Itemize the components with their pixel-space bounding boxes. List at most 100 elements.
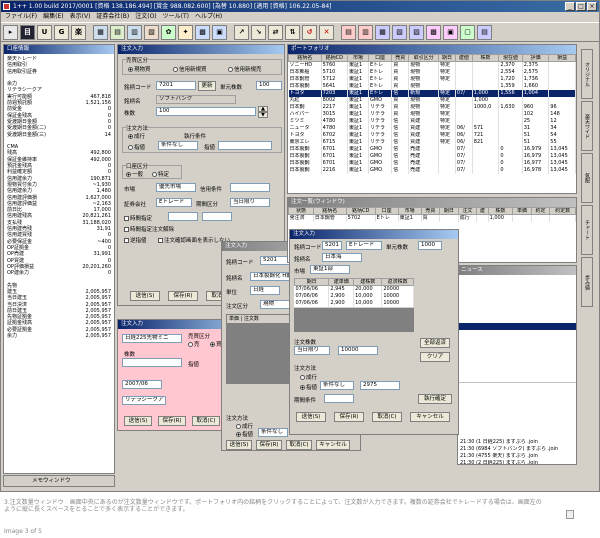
type-radio-margin-buy[interactable]: 信用新規買 (173, 65, 207, 73)
toolbar-button-25[interactable]: ▩ (426, 24, 441, 40)
repay-send-button[interactable]: 送信(S) (296, 412, 326, 422)
stacked-close-button[interactable]: キャンセル (316, 440, 350, 450)
portfolio-header-cell[interactable]: 売買 (391, 54, 410, 62)
vtab-1[interactable]: 楽天ワイド (581, 101, 593, 151)
qty-input[interactable]: 100 (156, 107, 256, 116)
repay-table-row[interactable]: 07/06/06 2,900 10,000 10000 (294, 292, 414, 300)
order-list-header-cell[interactable]: 銘柄名 (312, 207, 347, 215)
menu-tools[interactable]: ツール(T) (163, 12, 189, 22)
update-button[interactable]: 更新 (198, 81, 216, 91)
news-item[interactable]: 21:30 (2 日経225) ますぶら .join (458, 460, 576, 464)
window-title-bar[interactable]: 1++ 1.00 build 2017/0001 [資格 138.186.494… (1, 1, 599, 12)
toolbar-button-5[interactable]: 楽 (71, 24, 86, 40)
order-list-header-cell[interactable]: 口座 (374, 207, 399, 215)
qty-stepper-down-icon[interactable]: ▼ (258, 112, 268, 118)
portfolio-row[interactable]: 日本製鋼 6701 東証1 GMO 信売建 07/0 16,977 13,045 (288, 159, 576, 167)
toolbar-button-24[interactable]: ▨ (409, 24, 424, 40)
broker-select[interactable]: Eトレード (156, 198, 192, 207)
vtab-3[interactable]: チャート (581, 205, 593, 255)
time-input-1[interactable] (168, 212, 198, 221)
menu-edit[interactable]: 編集(E) (43, 12, 63, 22)
order-list-header-cell[interactable]: 売買 (420, 207, 441, 215)
repay-all-button[interactable]: 全部返済 (420, 338, 450, 348)
toolbar-button-6[interactable]: ▦ (93, 24, 108, 40)
repay-code-input[interactable]: 5201 (322, 241, 342, 250)
repay-table-header-cell[interactable]: 建株数 (353, 278, 383, 286)
portfolio-header-cell[interactable]: 口座 (367, 54, 393, 62)
account-radio-specific[interactable]: 特定 (152, 170, 169, 178)
futures-cancel-button[interactable]: 取消(C) (192, 416, 220, 426)
toolbar-button-16[interactable]: ⇄ (268, 24, 283, 40)
check-time-cancel[interactable]: 時間指定注文解除 (124, 225, 174, 233)
stacked-send-button[interactable]: 送信(S) (226, 440, 252, 450)
stacked-code-input[interactable]: 5201 (260, 256, 290, 265)
order-list-row[interactable]: 発注済 日本鋼管 5702 Eトレ 東証1 買 成行 1,000 (288, 214, 576, 222)
toolbar-button-9[interactable]: ▧ (144, 24, 159, 40)
repay-radio-market[interactable]: 成行 (300, 373, 317, 381)
toolbar-button-18[interactable]: ↺ (302, 24, 317, 40)
send-button[interactable]: 送信(S) (130, 291, 160, 301)
order-window-title[interactable]: 注文入力 (118, 45, 284, 54)
toolbar-button-8[interactable]: ▥ (127, 24, 142, 40)
menu-file[interactable]: ファイル(F) (5, 12, 37, 22)
repay-clear-button[interactable]: クリア (420, 352, 450, 362)
menu-broker[interactable]: 証券会社(B) (96, 12, 129, 22)
vtab-2[interactable]: 気配 (581, 153, 593, 203)
futures-month-select[interactable]: 2007/06 (122, 380, 162, 389)
toolbar-button-22[interactable]: ▦ (375, 24, 390, 40)
toolbar-button-11[interactable]: ✦ (178, 24, 193, 40)
portfolio-row[interactable]: 丸紅 8002 東証1 GMO 買現物 特定 1,000 (288, 96, 576, 104)
toolbar-button-14[interactable]: ↗ (234, 24, 249, 40)
portfolio-header-cell[interactable]: 建値 (454, 54, 473, 62)
method-radio-limit[interactable]: 指値 (128, 143, 145, 151)
portfolio-row[interactable]: 日本製鋼 5641 東証1 Eトレ買現物 1,359 1,660 (288, 82, 576, 90)
portfolio-row[interactable]: 日本郵船 5710 東証1 Eトレ買現物 特定 2,554 2,575 (288, 68, 576, 76)
stacked-radio-limit[interactable]: 指値 (236, 430, 253, 438)
repay-close-button[interactable]: キャンセル (410, 412, 450, 422)
repay-confirm-button[interactable]: 執行確定 (418, 394, 452, 404)
repay-table-header-cell[interactable]: 期日 (293, 278, 330, 286)
toolbar-button-15[interactable]: ↘ (251, 24, 266, 40)
portfolio-title[interactable]: ポートフォリオ (288, 45, 576, 54)
portfolio-row[interactable]: トヨタ 6702 東証1 リテラ信買建 特定 06/721 51 54 (288, 131, 576, 139)
repay-order-title[interactable]: 注文入力 (290, 230, 458, 239)
stacked-cancel-button[interactable]: 取消(C) (286, 440, 312, 450)
order-list-header-cell[interactable]: 単価 (512, 207, 532, 215)
repay-table-header-cell[interactable]: 返済株数 (381, 278, 414, 286)
futures-broker-select[interactable]: リテラシークア (122, 396, 166, 405)
portfolio-header-cell[interactable]: 市場 (346, 54, 369, 62)
toolbar-button-21[interactable]: ▥ (358, 24, 373, 40)
order-list-header-cell[interactable]: 約定 (530, 207, 551, 215)
portfolio-row[interactable]: 日本製鋼 6701 東証1 GMO 信売建 07/0 16,979 13,045 (288, 145, 576, 153)
portfolio-row[interactable]: トヨタ 7203 東証1 Eトレ信新規 特定 07/1,000 1,556 1,004 (288, 89, 576, 97)
method-radio-market[interactable]: 成行 (128, 132, 145, 140)
portfolio-row[interactable]: ミツミ 4780 東証1 リテラ信買建 特定 25 12 (288, 117, 576, 125)
portfolio-header-cell[interactable]: 損益 (548, 54, 576, 62)
toolbar-button-23[interactable]: ▧ (392, 24, 407, 40)
order-list-header-cell[interactable]: 株数 (487, 207, 514, 215)
maximize-button[interactable]: □ (576, 2, 586, 11)
futures-side-sell[interactable]: 売 (188, 340, 200, 348)
stacked-radio-market[interactable]: 成行 (236, 422, 253, 430)
portfolio-header-cell[interactable]: 株数 (471, 54, 500, 62)
account-radio-general[interactable]: 一般 (126, 170, 143, 178)
order-list-header-cell[interactable]: 約定数 (549, 207, 576, 215)
news-item[interactable]: 21:30 (6984 ソフトバンク) ますぶら .join (458, 446, 576, 453)
toolbar-button-4[interactable]: G (54, 24, 69, 40)
save-button[interactable]: 保存(R) (168, 291, 198, 301)
portfolio-row[interactable]: ソニーHD 5760 東証1 Eトレ買現物 特定 2,370 2,375 (288, 61, 576, 69)
repay-broker-select[interactable]: Eトレード (346, 241, 382, 250)
portfolio-header-cell[interactable]: 評価 (521, 54, 550, 62)
toolbar-button-20[interactable]: ▤ (341, 24, 356, 40)
repay-price-input[interactable]: 2975 (360, 381, 400, 390)
toolbar-button-19[interactable]: ✕ (319, 24, 334, 40)
toolbar-button-27[interactable]: ▢ (460, 24, 475, 40)
period-select[interactable]: 当日限り (230, 198, 270, 207)
credit-select[interactable] (230, 183, 270, 192)
portfolio-row[interactable]: 東京エレ 6715 東証1 リテラ信買建 特定 06/821 51 55 (288, 138, 576, 146)
order-list-header-cell[interactable]: 注文 (457, 207, 478, 215)
portfolio-header-cell[interactable]: 銘柄名 (288, 54, 322, 62)
trigger-select[interactable]: 条件なし (158, 141, 198, 150)
repay-qty-input[interactable]: 10000 (338, 346, 378, 355)
news-title[interactable]: ニュース (458, 266, 576, 275)
